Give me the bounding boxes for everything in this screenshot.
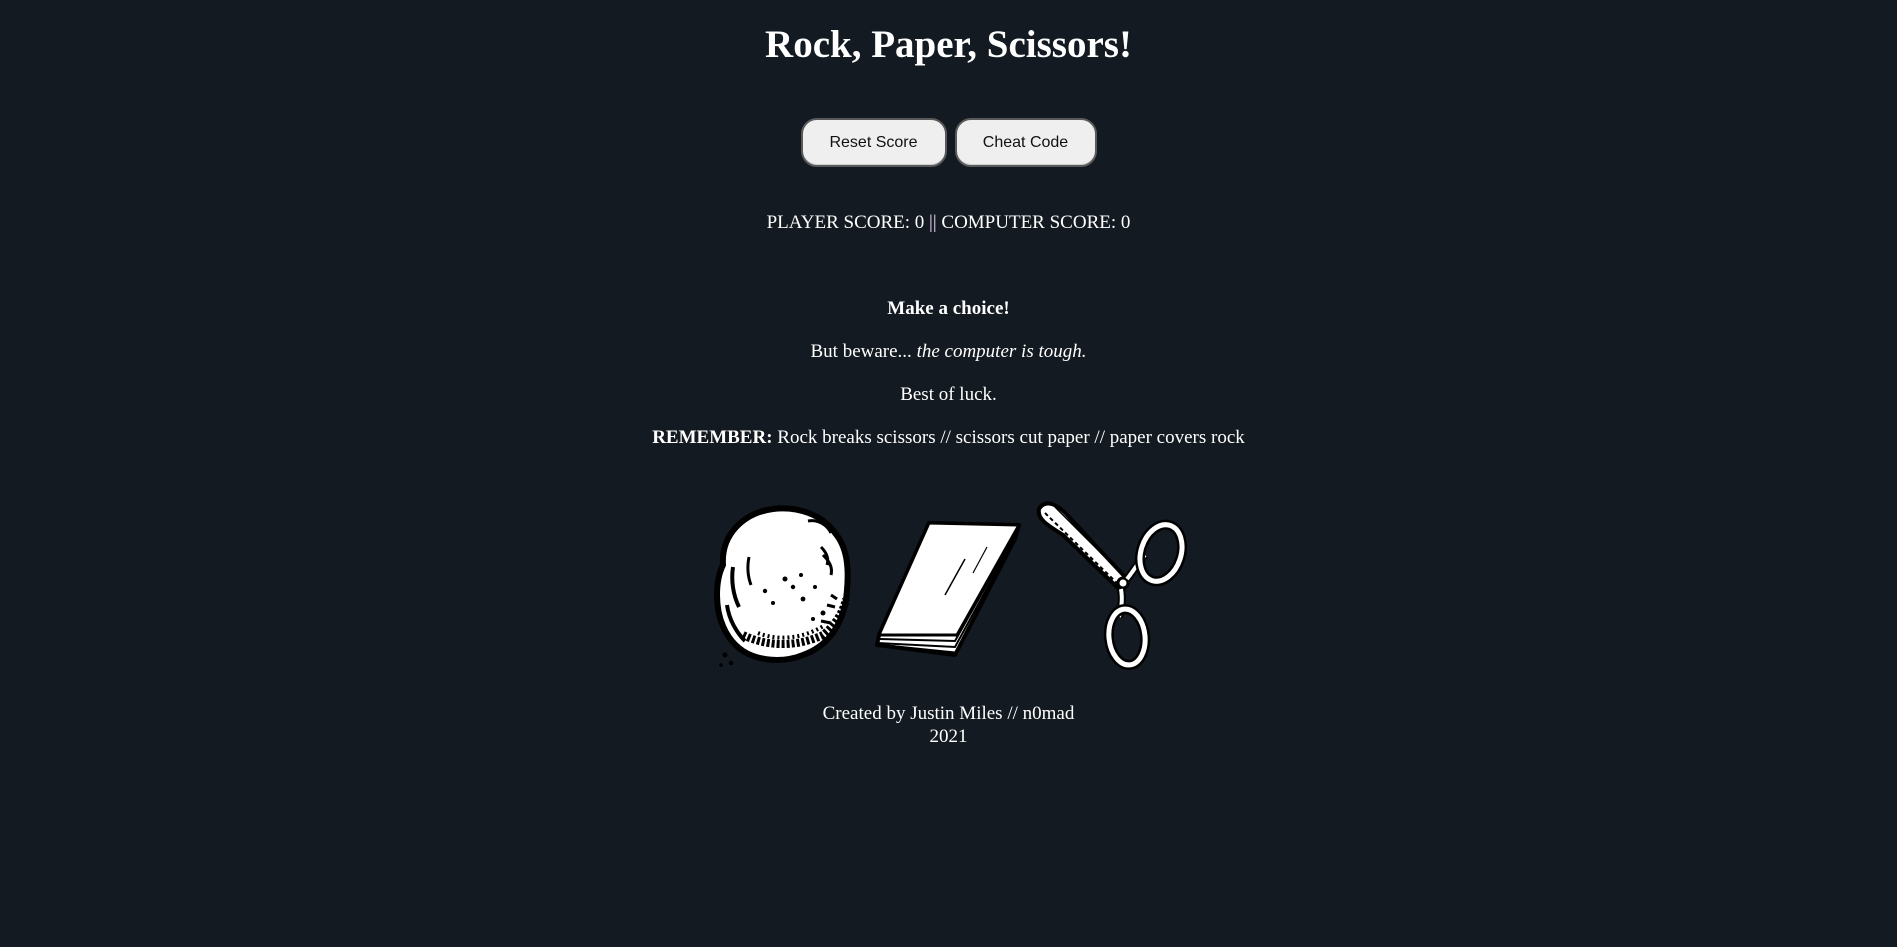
beware-line: But beware... the computer is tough. (0, 341, 1897, 363)
computer-score-label: COMPUTER SCORE: (941, 212, 1117, 233)
remember-text: Rock breaks scissors // scissors cut pap… (777, 427, 1245, 448)
reset-score-button[interactable]: Reset Score (800, 118, 947, 167)
cheat-code-button[interactable]: Cheat Code (954, 118, 1097, 167)
scissors-icon[interactable] (1035, 495, 1195, 671)
beware-emphasis: the computer is tough. (916, 341, 1087, 362)
controls-row: Reset Score Cheat Code (0, 118, 1897, 167)
remember-label: REMEMBER: (652, 427, 773, 448)
footer: Created by Justin Miles // n0mad 2021 (0, 702, 1897, 748)
beware-prefix: But beware... (810, 341, 912, 362)
footer-credit: Created by Justin Miles // n0mad (822, 703, 1075, 724)
instructions: Make a choice! But beware... the compute… (0, 298, 1897, 449)
rock-icon[interactable] (703, 495, 863, 671)
choice-images (0, 495, 1897, 671)
player-score-value: 0 (914, 212, 925, 233)
choice-prompt: Make a choice! (887, 298, 1010, 319)
score-separator: || (929, 212, 937, 233)
luck-line: Best of luck. (900, 384, 997, 405)
page-title: Rock, Paper, Scissors! (765, 23, 1132, 66)
footer-year: 2021 (929, 726, 968, 747)
paper-icon[interactable] (869, 495, 1029, 671)
computer-score-value: 0 (1120, 212, 1131, 233)
page: Rock, Paper, Scissors! Reset Score Cheat… (0, 0, 1897, 947)
player-score-label: PLAYER SCORE: (766, 212, 911, 233)
scoreboard: PLAYER SCORE: 0 || COMPUTER SCORE: 0 (0, 212, 1897, 234)
remember-line: REMEMBER: Rock breaks scissors // scisso… (0, 427, 1897, 449)
